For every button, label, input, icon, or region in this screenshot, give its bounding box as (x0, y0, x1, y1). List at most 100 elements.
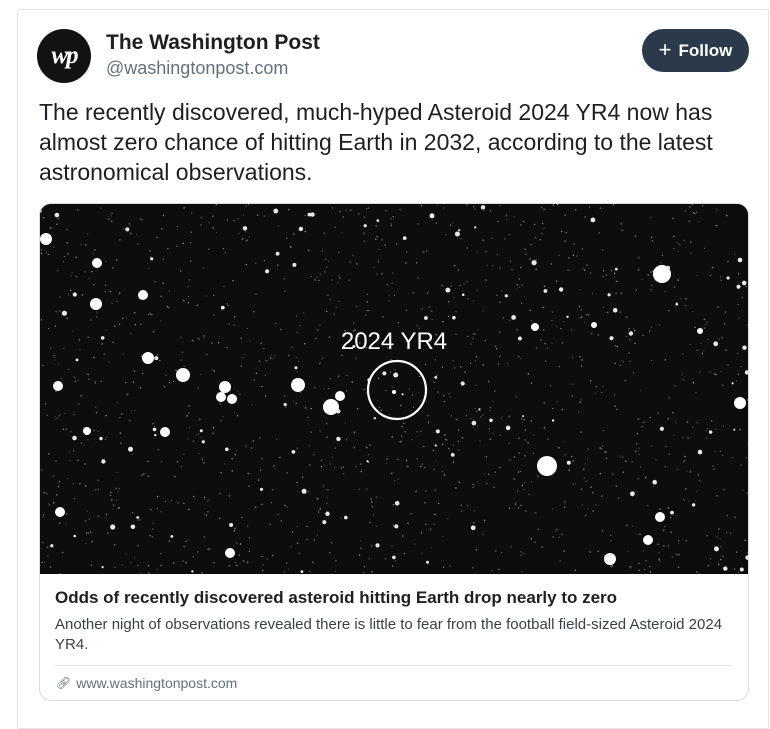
star (225, 548, 235, 558)
star (738, 258, 743, 263)
star (295, 366, 298, 369)
star (402, 393, 404, 395)
star (713, 341, 718, 346)
star (99, 437, 102, 440)
star (445, 288, 450, 293)
star (727, 276, 730, 279)
star (382, 371, 386, 375)
star (606, 555, 609, 558)
star (72, 436, 77, 441)
star (243, 226, 247, 230)
star (424, 316, 428, 320)
author-name[interactable]: The Washington Post (106, 31, 320, 55)
star (219, 381, 231, 393)
star (229, 523, 233, 527)
star (131, 525, 136, 530)
star (55, 507, 65, 517)
star (458, 229, 460, 231)
card-title[interactable]: Odds of recently discovered asteroid hit… (55, 588, 735, 608)
star (604, 553, 616, 565)
star (462, 293, 465, 296)
star (474, 226, 476, 228)
avatar-logo-text: wp (51, 42, 76, 70)
star (171, 535, 174, 538)
star (455, 232, 460, 237)
star (225, 448, 229, 452)
star (292, 450, 296, 454)
star (436, 429, 440, 433)
star (734, 397, 746, 409)
star (709, 430, 712, 433)
star (374, 417, 376, 419)
star (191, 570, 193, 572)
star (609, 336, 613, 340)
star (125, 227, 129, 231)
star (336, 409, 340, 413)
star (615, 268, 618, 271)
star (481, 205, 485, 209)
star (364, 224, 367, 227)
star (608, 293, 611, 296)
star (62, 311, 67, 316)
star (733, 429, 735, 431)
card-divider (55, 665, 733, 666)
star (471, 525, 476, 530)
star (138, 290, 148, 300)
star (335, 391, 345, 401)
author-handle[interactable]: @washingtonpost.com (106, 58, 288, 79)
star (740, 568, 744, 572)
star (375, 543, 379, 547)
star (128, 447, 133, 452)
star (737, 285, 741, 289)
star (150, 257, 153, 260)
star (472, 421, 477, 426)
author-avatar[interactable]: wp (37, 29, 91, 83)
star (591, 218, 596, 223)
star (698, 450, 703, 455)
card-domain: www.washingtonpost.com (76, 675, 237, 691)
star (393, 373, 398, 378)
star (522, 415, 524, 417)
star (697, 328, 703, 334)
asteroid-dot (392, 390, 396, 394)
star (452, 316, 456, 320)
star (461, 381, 465, 385)
star (655, 512, 665, 522)
star (591, 322, 597, 328)
star (136, 516, 139, 519)
link-card[interactable]: 2024 YR4 Odds of recently discovered ast… (39, 203, 749, 701)
star (643, 535, 653, 545)
star (273, 209, 278, 214)
star (506, 426, 511, 431)
follow-button[interactable]: + Follow (642, 29, 749, 72)
card-description: Another night of observations revealed t… (55, 615, 739, 655)
star (336, 437, 340, 441)
star (666, 266, 670, 270)
star (434, 376, 437, 379)
star (394, 524, 398, 528)
star (676, 303, 679, 306)
star (518, 337, 522, 341)
star (310, 212, 314, 216)
star (55, 213, 60, 218)
star (426, 561, 429, 564)
star (478, 408, 480, 410)
star (322, 520, 326, 524)
star (544, 289, 548, 293)
star (227, 394, 237, 404)
star (714, 546, 719, 551)
star (284, 403, 287, 406)
star (395, 501, 400, 506)
star (392, 556, 396, 560)
post-text: The recently discovered, much-hyped Aste… (39, 97, 749, 187)
star (451, 453, 455, 457)
star (102, 566, 104, 568)
star (265, 269, 269, 273)
link-icon: 🔗︎ (56, 676, 71, 690)
star (53, 381, 63, 391)
star (154, 356, 158, 360)
star (260, 488, 263, 491)
star (142, 352, 154, 364)
card-domain-link[interactable]: 🔗︎ www.washingtonpost.com (56, 675, 237, 691)
star (301, 570, 304, 573)
